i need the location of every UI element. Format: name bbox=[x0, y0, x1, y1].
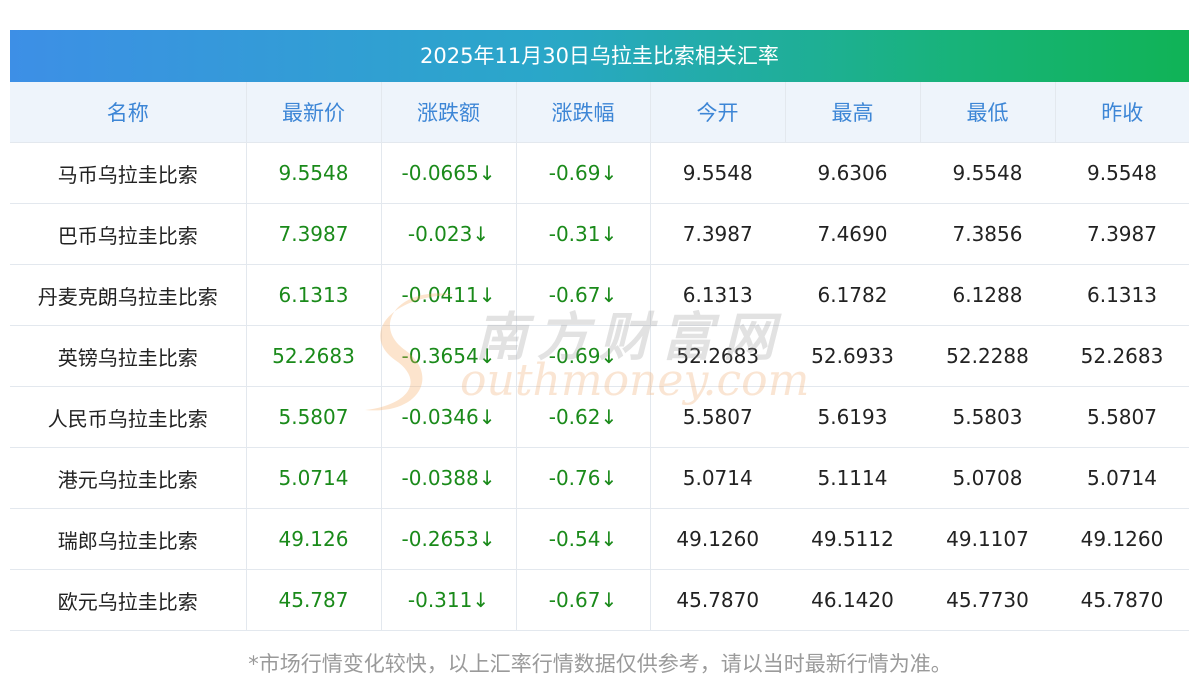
cell-prev-close: 5.0714 bbox=[1055, 447, 1189, 509]
table-row: 丹麦克朗乌拉圭比索 6.1313 -0.0411↓ -0.67↓ 6.1313 6.178… bbox=[10, 264, 1189, 326]
col-header-prev-close: 昨收 bbox=[1055, 82, 1189, 143]
cell-high: 52.6933 bbox=[785, 325, 920, 387]
cell-change-pct: -0.76↓ bbox=[516, 447, 651, 509]
cell-change-pct: -0.69↓ bbox=[516, 325, 651, 387]
cell-change-pct: -0.67↓ bbox=[516, 569, 651, 631]
cell-low: 7.3856 bbox=[920, 203, 1055, 265]
cell-change-pct: -0.67↓ bbox=[516, 264, 651, 326]
cell-change: -0.2653↓ bbox=[381, 508, 517, 570]
cell-open: 5.0714 bbox=[650, 447, 785, 509]
cell-prev-close: 5.5807 bbox=[1055, 386, 1189, 448]
cell-change: -0.3654↓ bbox=[381, 325, 517, 387]
rates-table: 名称 最新价 涨跌额 涨跌幅 今开 最高 最低 昨收 马币乌拉圭比索 9.5548… bbox=[10, 82, 1189, 631]
col-header-name: 名称 bbox=[10, 82, 247, 143]
cell-low: 45.7730 bbox=[920, 569, 1055, 631]
cell-change: -0.0411↓ bbox=[381, 264, 517, 326]
col-header-low: 最低 bbox=[920, 82, 1056, 143]
cell-name[interactable]: 瑞郎乌拉圭比索 bbox=[10, 508, 247, 570]
col-header-change-pct: 涨跌幅 bbox=[516, 82, 651, 143]
footnote: *市场行情变化较快，以上汇率行情数据仅供参考，请以当时最新行情为准。 bbox=[248, 652, 952, 676]
cell-name[interactable]: 欧元乌拉圭比索 bbox=[10, 569, 247, 631]
table-row: 欧元乌拉圭比索 45.787 -0.311↓ -0.67↓ 45.7870 46.1420… bbox=[10, 569, 1189, 631]
cell-high: 7.4690 bbox=[785, 203, 920, 265]
cell-name[interactable]: 英镑乌拉圭比索 bbox=[10, 325, 247, 387]
cell-prev-close: 45.7870 bbox=[1055, 569, 1189, 631]
cell-change: -0.311↓ bbox=[381, 569, 517, 631]
cell-prev-close: 9.5548 bbox=[1055, 142, 1189, 204]
table-body: 马币乌拉圭比索 9.5548 -0.0665↓ -0.69↓ 9.5548 9.6306 9… bbox=[10, 142, 1189, 631]
cell-open: 45.7870 bbox=[650, 569, 785, 631]
cell-name[interactable]: 港元乌拉圭比索 bbox=[10, 447, 247, 509]
cell-name[interactable]: 马币乌拉圭比索 bbox=[10, 142, 247, 204]
cell-change-pct: -0.69↓ bbox=[516, 142, 651, 204]
cell-open: 7.3987 bbox=[650, 203, 785, 265]
cell-high: 9.6306 bbox=[785, 142, 920, 204]
cell-name[interactable]: 丹麦克朗乌拉圭比索 bbox=[10, 264, 247, 326]
cell-high: 5.1114 bbox=[785, 447, 920, 509]
col-header-change: 涨跌额 bbox=[381, 82, 517, 143]
header-row: 名称 最新价 涨跌额 涨跌幅 今开 最高 最低 昨收 bbox=[10, 82, 1189, 143]
cell-open: 6.1313 bbox=[650, 264, 785, 326]
cell-open: 52.2683 bbox=[650, 325, 785, 387]
cell-latest: 52.2683 bbox=[246, 325, 382, 387]
cell-low: 5.0708 bbox=[920, 447, 1055, 509]
cell-open: 49.1260 bbox=[650, 508, 785, 570]
cell-prev-close: 7.3987 bbox=[1055, 203, 1189, 265]
col-header-latest: 最新价 bbox=[246, 82, 382, 143]
cell-change: -0.0388↓ bbox=[381, 447, 517, 509]
cell-change: -0.0665↓ bbox=[381, 142, 517, 204]
cell-change: -0.0346↓ bbox=[381, 386, 517, 448]
table-row: 英镑乌拉圭比索 52.2683 -0.3654↓ -0.69↓ 52.2683 52.69… bbox=[10, 325, 1189, 387]
cell-low: 6.1288 bbox=[920, 264, 1055, 326]
cell-prev-close: 52.2683 bbox=[1055, 325, 1189, 387]
cell-high: 49.5112 bbox=[785, 508, 920, 570]
cell-change-pct: -0.62↓ bbox=[516, 386, 651, 448]
cell-low: 5.5803 bbox=[920, 386, 1055, 448]
cell-high: 5.6193 bbox=[785, 386, 920, 448]
cell-name[interactable]: 人民币乌拉圭比索 bbox=[10, 386, 247, 448]
cell-latest: 5.0714 bbox=[246, 447, 382, 509]
table-row: 巴币乌拉圭比索 7.3987 -0.023↓ -0.31↓ 7.3987 7.4690 7.… bbox=[10, 203, 1189, 265]
cell-name[interactable]: 巴币乌拉圭比索 bbox=[10, 203, 247, 265]
cell-change: -0.023↓ bbox=[381, 203, 517, 265]
table-row: 马币乌拉圭比索 9.5548 -0.0665↓ -0.69↓ 9.5548 9.6306 9… bbox=[10, 142, 1189, 204]
table-title: 2025年11月30日乌拉圭比索相关汇率 bbox=[10, 30, 1189, 82]
cell-low: 9.5548 bbox=[920, 142, 1055, 204]
cell-open: 5.5807 bbox=[650, 386, 785, 448]
cell-low: 49.1107 bbox=[920, 508, 1055, 570]
cell-high: 6.1782 bbox=[785, 264, 920, 326]
table-row: 人民币乌拉圭比索 5.5807 -0.0346↓ -0.62↓ 5.5807 5.6193… bbox=[10, 386, 1189, 448]
cell-latest: 9.5548 bbox=[246, 142, 382, 204]
cell-latest: 5.5807 bbox=[246, 386, 382, 448]
col-header-open: 今开 bbox=[650, 82, 786, 143]
col-header-high: 最高 bbox=[785, 82, 921, 143]
cell-prev-close: 6.1313 bbox=[1055, 264, 1189, 326]
cell-change-pct: -0.31↓ bbox=[516, 203, 651, 265]
cell-prev-close: 49.1260 bbox=[1055, 508, 1189, 570]
cell-open: 9.5548 bbox=[650, 142, 785, 204]
cell-low: 52.2288 bbox=[920, 325, 1055, 387]
cell-high: 46.1420 bbox=[785, 569, 920, 631]
cell-change-pct: -0.54↓ bbox=[516, 508, 651, 570]
rates-panel: 2025年11月30日乌拉圭比索相关汇率 名称 最新价 涨跌额 涨跌幅 今开 最… bbox=[10, 30, 1189, 631]
cell-latest: 45.787 bbox=[246, 569, 382, 631]
cell-latest: 7.3987 bbox=[246, 203, 382, 265]
table-row: 港元乌拉圭比索 5.0714 -0.0388↓ -0.76↓ 5.0714 5.1114 5… bbox=[10, 447, 1189, 509]
cell-latest: 49.126 bbox=[246, 508, 382, 570]
table-row: 瑞郎乌拉圭比索 49.126 -0.2653↓ -0.54↓ 49.1260 49.511… bbox=[10, 508, 1189, 570]
cell-latest: 6.1313 bbox=[246, 264, 382, 326]
